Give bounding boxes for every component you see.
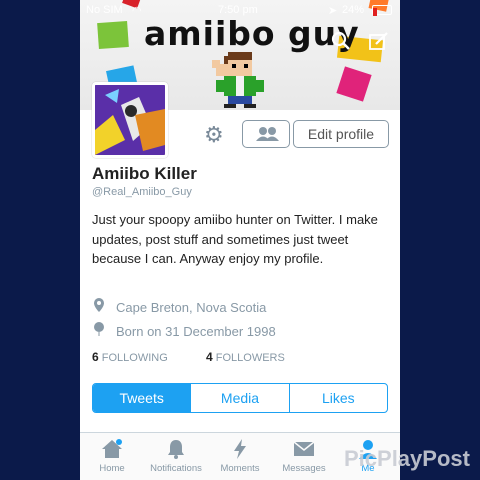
- wifi-icon: ◠: [132, 5, 142, 17]
- battery-icon: [372, 5, 392, 16]
- birthday-row: Born on 31 December 1998: [92, 322, 276, 339]
- banner-shape-magenta: [336, 66, 372, 102]
- tabbar-messages[interactable]: Messages: [272, 437, 336, 474]
- tabbar-home-label: Home: [99, 463, 125, 474]
- tabbar-home[interactable]: Home: [80, 437, 144, 474]
- tabbar-moments[interactable]: Moments: [208, 437, 272, 474]
- tabbar-messages-label: Messages: [282, 463, 326, 474]
- search-icon[interactable]: [330, 30, 352, 52]
- banner-title: amiibo guy: [144, 14, 360, 53]
- settings-gear-icon[interactable]: ⚙: [204, 124, 224, 146]
- carrier-label: No SIM: [86, 4, 123, 16]
- edit-profile-button[interactable]: Edit profile: [293, 120, 389, 148]
- people-icon: [256, 127, 279, 141]
- bell-icon: [168, 440, 184, 459]
- location-pin-icon: [92, 298, 106, 315]
- compose-icon[interactable]: [368, 30, 390, 52]
- profile-handle: @Real_Amiibo_Guy: [92, 186, 192, 198]
- envelope-icon: [293, 441, 315, 456]
- location-arrow-icon: ➤: [328, 5, 338, 17]
- birthday-text: Born on 31 December 1998: [116, 324, 276, 339]
- following-label: FOLLOWING: [101, 352, 168, 364]
- tabbar-moments-label: Moments: [220, 463, 260, 474]
- phone-screen: amiibo guy No SIM ◠ 7:50 pm ➤ 24% ⚙ Edit…: [80, 0, 400, 480]
- tabbar-notifications[interactable]: Notifications: [144, 437, 208, 474]
- following-number: 6: [92, 350, 99, 364]
- tab-media[interactable]: Media: [190, 384, 288, 412]
- followers-number: 4: [206, 350, 213, 364]
- tab-tweets[interactable]: Tweets: [93, 384, 191, 412]
- balloon-icon: [92, 322, 106, 339]
- following-count[interactable]: 6 FOLLOWING: [92, 350, 168, 364]
- profile-tabs: Tweets Media Likes: [92, 383, 388, 413]
- battery-label: 24%: [342, 4, 365, 16]
- tab-likes[interactable]: Likes: [288, 384, 387, 412]
- status-bar: No SIM ◠ 7:50 pm ➤ 24%: [80, 2, 400, 18]
- profile-bio: Just your spoopy amiibo hunter on Twitte…: [92, 212, 378, 266]
- followers-label: FOLLOWERS: [215, 352, 285, 364]
- tabbar-notifications-label: Notifications: [150, 463, 202, 474]
- clock-label: 7:50 pm: [218, 4, 258, 16]
- home-icon: [102, 439, 122, 458]
- lightning-icon: [234, 439, 246, 459]
- profile-name: Amiibo Killer: [92, 164, 197, 183]
- location-text: Cape Breton, Nova Scotia: [116, 300, 267, 315]
- profile-avatar[interactable]: [92, 82, 168, 158]
- watermark-text: PicPlayPost: [344, 446, 470, 471]
- banner-shape-green: [97, 20, 129, 50]
- avatar-artwork-image: [95, 85, 165, 155]
- location-row: Cape Breton, Nova Scotia: [92, 298, 266, 315]
- pixel-character-image: [212, 52, 264, 108]
- lists-people-button[interactable]: [242, 120, 290, 148]
- followers-count[interactable]: 4 FOLLOWERS: [206, 350, 285, 364]
